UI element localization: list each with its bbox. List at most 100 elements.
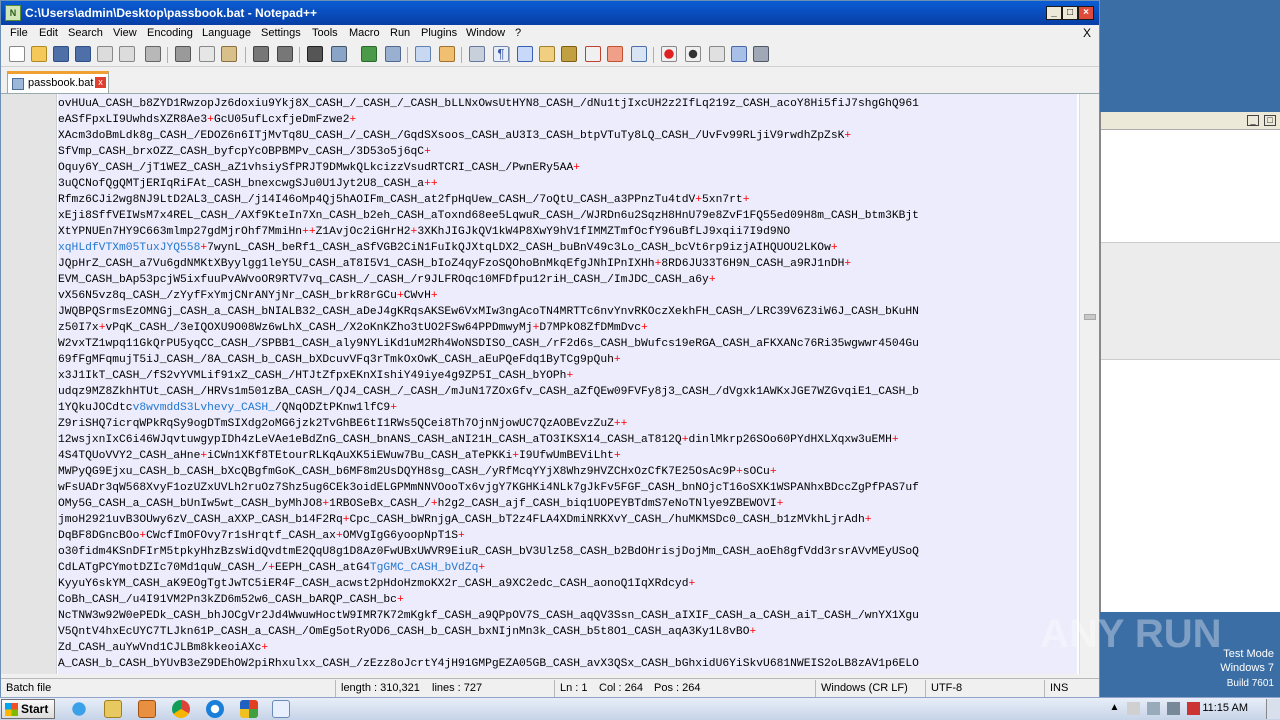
open-file-icon[interactable] [31,46,47,62]
file-explorer-icon[interactable] [104,700,122,718]
media-player-icon[interactable] [138,700,156,718]
clock[interactable]: 11:15 AM [1202,702,1248,714]
menu-language[interactable]: Language [202,27,251,39]
menu-tools[interactable]: Tools [312,27,338,39]
tab-passbook-bat[interactable]: passbook.bat x [7,71,109,93]
code-line[interactable]: V5QntV4hxEcUYC7TLJkn61P_CASH_a_CASH_/OmE… [58,624,1077,640]
folder-workspace-icon[interactable] [585,46,601,62]
code-line[interactable]: ovHUuA_CASH_b8ZYD1RwzopJz6doxiu9Ykj8X_CA… [58,96,1077,112]
zoom-out-icon[interactable] [385,46,401,62]
code-line[interactable]: Oquy6Y_CASH_/jT1WEZ_CASH_aZ1vhsiySfPRJT9… [58,160,1077,176]
menu-settings[interactable]: Settings [261,27,301,39]
show-hidden-icons-icon[interactable]: ▲ [1108,702,1121,715]
code-line[interactable]: XtYPNUEn7HY9C663mlmp27gdMjrOhf7MmiHn++Z1… [58,224,1077,240]
undo-icon[interactable] [253,46,269,62]
code-line[interactable]: Rfmz6CJi2wg8NJ9LtD2AL3_CASH_/j14I46oMp4Q… [58,192,1077,208]
print-icon[interactable] [145,46,161,62]
find-icon[interactable] [307,46,323,62]
code-view[interactable]: ovHUuA_CASH_b8ZYD1RwzopJz6doxiu9Ykj8X_CA… [58,94,1077,674]
menu-macro[interactable]: Macro [349,27,380,39]
menu-plugins[interactable]: Plugins [421,27,457,39]
copy-icon[interactable] [199,46,215,62]
code-line[interactable]: 4S4TQUoVVY2_CASH_aHne+iCWn1XKf8TEtourRLK… [58,448,1077,464]
code-line[interactable]: jmoH2921uvB3OUwy6zV_CASH_aXXP_CASH_b14F2… [58,512,1077,528]
code-line[interactable]: xEji8SffVEIWsM7x4REL_CASH_/AXf9KteIn7Xn_… [58,208,1077,224]
code-line[interactable]: W2vxTZ1wpq11GkQrPU5yqCC_CASH_/SPBB1_CASH… [58,336,1077,352]
function-list-icon[interactable] [561,46,577,62]
close-tab-icon[interactable]: x [95,77,106,88]
zoom-in-icon[interactable] [361,46,377,62]
background-window-titlebar[interactable]: _ □ [1101,112,1280,130]
maximize-icon[interactable]: □ [1264,115,1276,126]
replace-icon[interactable] [331,46,347,62]
code-line[interactable]: KyyuY6skYM_CASH_aK9EOgTgtJwTC5iER4F_CASH… [58,576,1077,592]
code-line[interactable]: XAcm3doBmLdk8g_CASH_/EDOZ6n6ITjMvTq8U_CA… [58,128,1077,144]
notepad-plus-plus-window[interactable]: N C:\Users\admin\Desktop\passbook.bat - … [0,0,1100,698]
redo-icon[interactable] [277,46,293,62]
minimize-icon[interactable]: _ [1247,115,1259,126]
cut-icon[interactable] [175,46,191,62]
app-grid-icon[interactable] [240,700,258,718]
security-icon[interactable] [1187,702,1200,715]
title-bar[interactable]: N C:\Users\admin\Desktop\passbook.bat - … [1,1,1099,25]
menu-run[interactable]: Run [390,27,410,39]
menu-help[interactable]: ? [515,27,521,39]
code-lines[interactable]: ovHUuA_CASH_b8ZYD1RwzopJz6doxiu9Ykj8X_CA… [58,94,1077,672]
internet-explorer-icon[interactable] [70,700,88,718]
code-line[interactable]: A_CASH_b_CASH_bYUvB3eZ9DEhOW2piRhxulxx_C… [58,656,1077,672]
code-line[interactable]: EVM_CASH_bAp53pcjW5ixfuuPvAWvoOR9RTV7vq_… [58,272,1077,288]
paste-icon[interactable] [221,46,237,62]
eye-icon[interactable] [631,46,647,62]
network-icon[interactable] [1147,702,1160,715]
code-line[interactable]: vX56N5vz8q_CASH_/zYyfFxYmjCNrANYjNr_CASH… [58,288,1077,304]
macro-stop-icon[interactable] [685,46,701,62]
code-line[interactable]: wFsUADr3qW568XvyF1ozUZxUVLh2ruOz7Shz5ug6… [58,480,1077,496]
show-all-chars-icon[interactable]: ¶ [493,46,509,62]
close-icon[interactable] [97,46,113,62]
editor-area[interactable]: ovHUuA_CASH_b8ZYD1RwzopJz6doxiu9Ykj8X_CA… [1,94,1099,674]
code-line[interactable]: udqz9MZ8ZkhHTUt_CASH_/HRVs1m501zBA_CASH_… [58,384,1077,400]
notepad-plus-plus-icon[interactable]: N [5,5,21,21]
doc-map-icon[interactable] [539,46,555,62]
code-line[interactable]: o30fidm4KSnDFIrM5tpkyHhzBzsWidQvdtmE2QqU… [58,544,1077,560]
new-file-icon[interactable] [9,46,25,62]
background-window[interactable]: _ □ [1100,112,1280,612]
menu-file[interactable]: File [10,27,28,39]
volume-icon[interactable] [1167,702,1180,715]
notepad-plus-plus-icon[interactable] [272,700,290,718]
code-line[interactable]: JWQBPQSrmsEzOMNGj_CASH_a_CASH_bNIALB32_C… [58,304,1077,320]
close-icon[interactable]: × [1078,6,1094,20]
chrome-icon[interactable] [172,700,190,718]
close-all-icon[interactable] [119,46,135,62]
macro-play-icon[interactable] [709,46,725,62]
code-line[interactable]: 12wsjxnIxC6i46WJqvtuwgypIDh4zLeVAe1eBdZn… [58,432,1077,448]
code-line[interactable]: 69fFgMFqmujT5iJ_CASH_/8A_CASH_b_CASH_bXD… [58,352,1077,368]
code-line[interactable]: NcTNW3w92W0ePEDk_CASH_bhJOCgVr2Jd4WwuwHo… [58,608,1077,624]
code-line[interactable]: OMy5G_CASH_a_CASH_bUnIw5wt_CASH_byMhJO8 +… [58,496,1077,512]
code-line[interactable]: xqHLdfVTXm05TuxJYQ558 +7wynL_CASH_beRf1_C… [58,240,1077,256]
vertical-scrollbar[interactable] [1079,94,1099,674]
show-desktop-button[interactable] [1266,699,1280,719]
code-line[interactable]: SfVmp_CASH_brxOZZ_CASH_byfcpYcOBPBMPv_CA… [58,144,1077,160]
monitor-icon[interactable] [607,46,623,62]
save-all-icon[interactable] [75,46,91,62]
maximize-icon[interactable]: □ [1062,6,1078,20]
menu-edit[interactable]: Edit [39,27,58,39]
macro-record-icon[interactable] [661,46,677,62]
save-icon[interactable] [53,46,69,62]
menu-search[interactable]: Search [68,27,103,39]
minimize-icon[interactable]: _ [1046,6,1062,20]
sync-horizontal-icon[interactable] [439,46,455,62]
menu-view[interactable]: View [113,27,137,39]
flag-icon[interactable] [1127,702,1140,715]
code-line[interactable]: Zd_CASH_auYwVnd1CJLBm8kkeoiAXc+ [58,640,1077,656]
indent-guide-icon[interactable] [517,46,533,62]
code-line[interactable]: 1YQkuJOCdtcv8wvmddS3Lvhevy_CASH_/QNqODZt… [58,400,1077,416]
code-line[interactable]: JQpHrZ_CASH_a7Vu6gdNMKtXByylgg1leY5U_CAS… [58,256,1077,272]
code-line[interactable]: CdLATgPCYmotDZIc70Md1quW_CASH_/+EEPH_CAS… [58,560,1077,576]
edge-icon[interactable] [206,700,224,718]
code-line[interactable]: Z9riSHQ7icrqWPkRqSy9ogDTmSIXdg2oMG6jzk2T… [58,416,1077,432]
word-wrap-icon[interactable] [469,46,485,62]
close-document-button[interactable]: X [1083,26,1091,40]
macro-play-multiple-icon[interactable] [731,46,747,62]
